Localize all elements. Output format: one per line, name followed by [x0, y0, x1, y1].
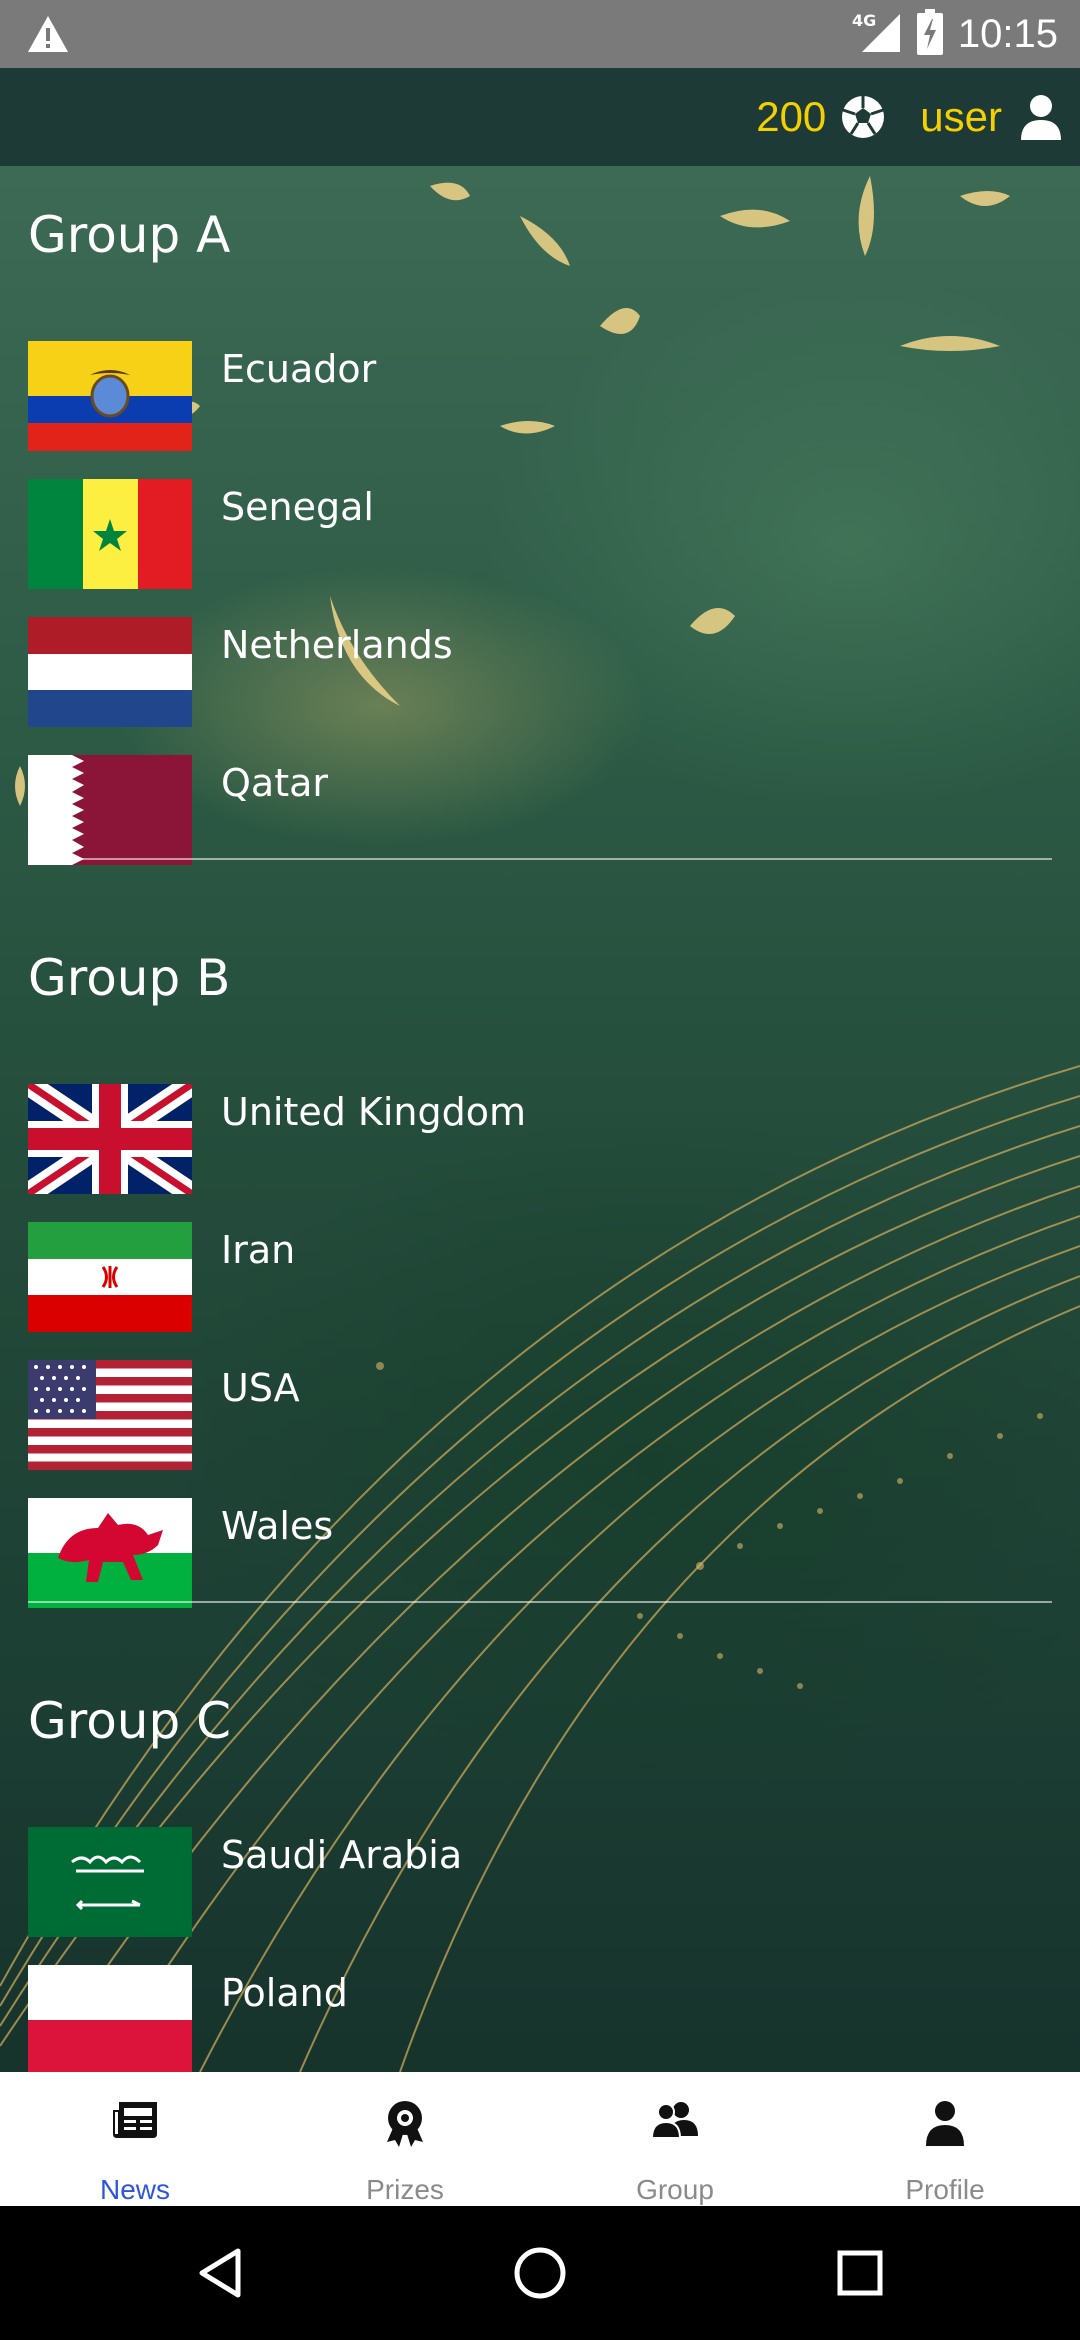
netherlands-flag: [28, 617, 192, 727]
team-row-usa[interactable]: USA: [28, 1360, 1028, 1470]
people-icon: [650, 2100, 700, 2144]
team-name: Qatar: [221, 761, 329, 805]
team-row-senegal[interactable]: Senegal: [28, 479, 1028, 589]
poland-flag: [28, 1965, 192, 2072]
nav-label: Group: [636, 2174, 714, 2205]
qatar-flag: [28, 755, 192, 865]
team-row-poland[interactable]: Poland: [28, 1965, 1028, 2072]
svg-text:4G: 4G: [852, 11, 876, 30]
coin-balance: 200: [756, 93, 827, 140]
username-label[interactable]: user: [920, 93, 1002, 141]
award-icon: [385, 2100, 425, 2152]
system-navigation-bar: [0, 2206, 1080, 2340]
person-icon[interactable]: [1020, 94, 1062, 140]
nav-label: Profile: [905, 2174, 985, 2205]
group-title: Group C: [28, 1692, 232, 1750]
nav-profile[interactable]: Profile: [810, 2072, 1080, 2206]
divider: [28, 858, 1052, 860]
team-row-qatar[interactable]: Qatar: [28, 755, 1028, 865]
team-row-ecuador[interactable]: Ecuador: [28, 341, 1028, 451]
usa-flag: [28, 1360, 192, 1470]
saudi-arabia-flag: [28, 1827, 192, 1937]
team-name: Iran: [221, 1228, 296, 1272]
app-bar: 200 user: [0, 68, 1080, 166]
team-row-netherlands[interactable]: Netherlands: [28, 617, 1028, 727]
team-name: Saudi Arabia: [221, 1833, 463, 1877]
team-name: USA: [221, 1366, 300, 1410]
team-name: Poland: [221, 1971, 348, 2015]
clock: 10:15: [957, 11, 1058, 56]
ecuador-flag: [28, 341, 192, 451]
nav-prizes[interactable]: Prizes: [270, 2072, 540, 2206]
senegal-flag: [28, 479, 192, 589]
person-icon: [925, 2100, 965, 2150]
wales-flag: [28, 1498, 192, 1608]
newspaper-icon: [111, 2100, 159, 2144]
battery-charging-icon: [916, 9, 944, 59]
team-row-iran[interactable]: Iran: [28, 1222, 1028, 1332]
back-icon[interactable]: [160, 2206, 280, 2340]
group-title: Group A: [28, 206, 231, 264]
warning-icon: [26, 14, 70, 58]
nav-label: News: [99, 2174, 170, 2205]
divider: [28, 1601, 1052, 1603]
bottom-navigation: News Prizes Group Profile: [0, 2072, 1080, 2206]
team-row-saudi-arabia[interactable]: Saudi Arabia: [28, 1827, 1028, 1937]
team-name: Wales: [221, 1504, 334, 1548]
team-name: Netherlands: [221, 623, 453, 667]
status-bar: 4G 10:15: [0, 0, 1080, 68]
team-name: United Kingdom: [221, 1090, 527, 1134]
nav-news[interactable]: News: [0, 2072, 270, 2206]
soccer-ball-icon[interactable]: [840, 94, 886, 140]
home-icon[interactable]: [480, 2206, 600, 2340]
team-name: Senegal: [221, 485, 374, 529]
nav-label: Prizes: [366, 2174, 444, 2205]
recents-icon[interactable]: [800, 2206, 920, 2340]
iran-flag: [28, 1222, 192, 1332]
team-name: Ecuador: [221, 347, 377, 391]
united-kingdom-flag: [28, 1084, 192, 1194]
group-title: Group B: [28, 949, 231, 1007]
signal-icon: 4G: [850, 10, 902, 58]
team-row-united-kingdom[interactable]: United Kingdom: [28, 1084, 1028, 1194]
groups-list[interactable]: Group A Ecuador Senegal Netherlands Qata…: [0, 166, 1080, 2072]
team-row-wales[interactable]: Wales: [28, 1498, 1028, 1608]
nav-group[interactable]: Group: [540, 2072, 810, 2206]
